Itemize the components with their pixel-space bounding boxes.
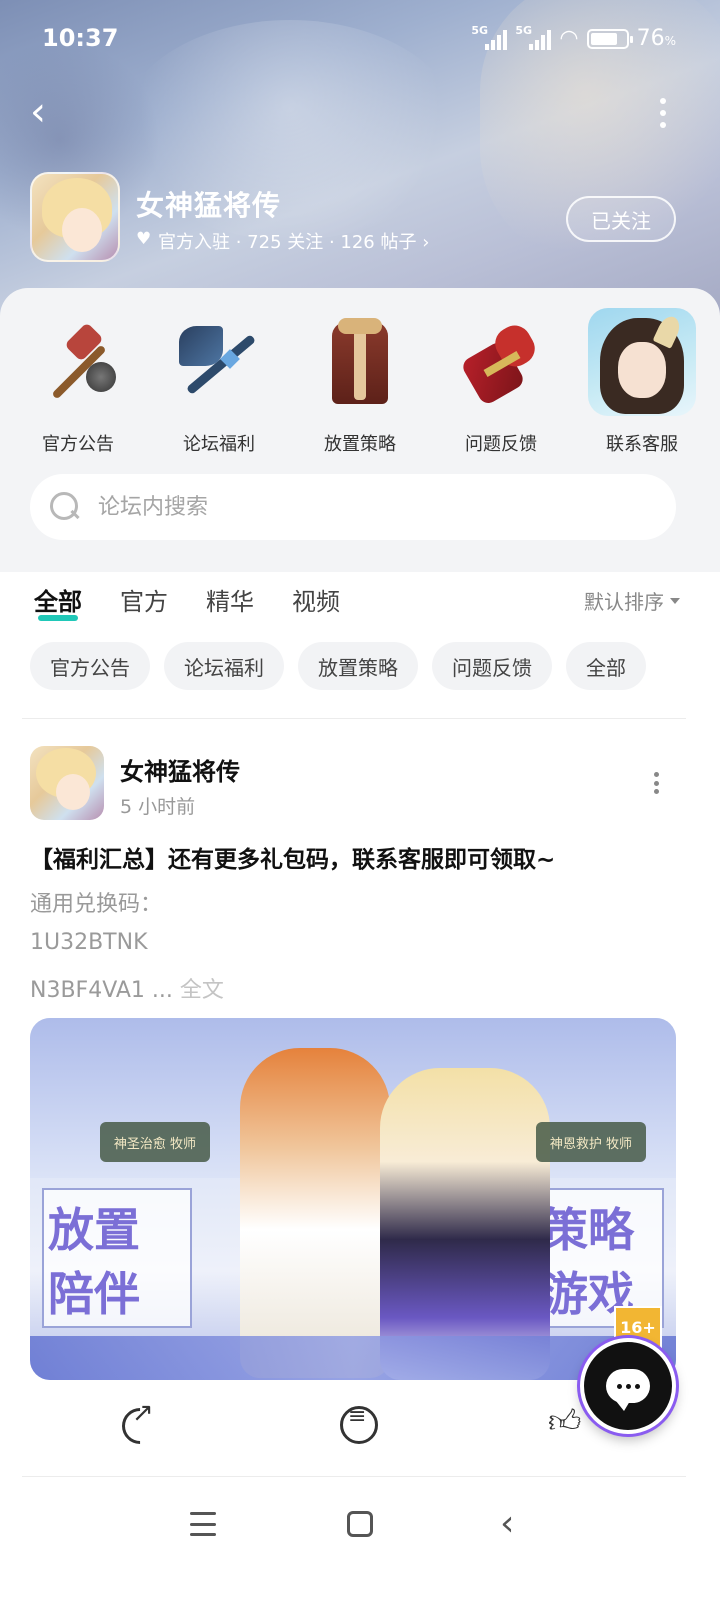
post-title[interactable]: 【福利汇总】还有更多礼包码，联系客服即可领取~	[30, 840, 555, 874]
tab-featured[interactable]: 精华	[206, 582, 254, 617]
post-author-avatar[interactable]	[30, 746, 104, 820]
post-body-line: N3BF4VA1 ... 全文	[30, 972, 224, 1004]
battery-fill	[590, 32, 617, 45]
category-label: 放置策略	[324, 434, 396, 455]
image-text: 策略	[542, 1203, 634, 1257]
post-timestamp: 5 小时前	[120, 796, 196, 818]
chevron-left-icon: ‹	[500, 1503, 515, 1544]
post-body-text: N3BF4VA1 ...	[30, 978, 173, 1003]
category-customer-service[interactable]: 联系客服	[578, 308, 706, 456]
cellular-signal-icon: 5G	[471, 24, 508, 50]
tab-video[interactable]: 视频	[292, 582, 340, 617]
category-panel: 官方公告 论坛福利 放置策略 问题反馈 联系客服	[0, 288, 720, 572]
hammer-icon	[24, 308, 132, 416]
chevron-left-icon: ‹	[30, 89, 46, 135]
category-idle-strategy[interactable]: 放置策略	[296, 308, 424, 456]
chip-feedback[interactable]: 问题反馈	[432, 642, 552, 690]
forum-meta-text: 官方入驻 · 725 关注 · 126 帖子 ›	[158, 232, 430, 253]
chat-bubble-icon	[606, 1369, 650, 1411]
cellular-signal-icon: 5G	[515, 24, 552, 50]
system-back-button[interactable]: ‹	[500, 1504, 514, 1544]
network-type-label: 5G	[471, 23, 489, 37]
divider	[22, 718, 686, 719]
battery-percent: 76%	[636, 26, 676, 51]
search-icon	[50, 492, 80, 522]
status-bar-icons: 5G 5G ◠ 76%	[471, 24, 676, 52]
robe-icon	[306, 308, 414, 416]
forum-search-bar[interactable]	[30, 474, 676, 540]
share-button[interactable]	[118, 1398, 158, 1444]
home-button[interactable]	[347, 1511, 373, 1537]
sort-dropdown[interactable]: 默认排序	[584, 586, 680, 615]
character-illustration	[380, 1068, 550, 1380]
chip-forum-benefits[interactable]: 论坛福利	[164, 642, 284, 690]
tab-official[interactable]: 官方	[120, 582, 168, 617]
chip-all[interactable]: 全部	[566, 642, 646, 690]
tab-all[interactable]: 全部	[34, 582, 82, 621]
comment-button[interactable]	[338, 1404, 378, 1444]
full-text-link[interactable]: 全文	[180, 978, 224, 1003]
category-shortcuts: 官方公告 论坛福利 放置策略 问题反馈 联系客服	[14, 308, 706, 456]
chip-idle-strategy[interactable]: 放置策略	[298, 642, 418, 690]
status-time: 10:37	[42, 24, 119, 52]
image-text: 放置	[48, 1203, 140, 1257]
system-navigation-bar: ‹	[0, 1480, 720, 1600]
chip-official-announcements[interactable]: 官方公告	[30, 642, 150, 690]
gauntlet-icon	[447, 308, 555, 416]
category-official-announcements[interactable]: 官方公告	[14, 308, 142, 456]
post-body-line: 1U32BTNK	[30, 930, 148, 955]
recent-apps-button[interactable]	[190, 1512, 216, 1536]
category-label: 官方公告	[42, 434, 114, 455]
category-label: 论坛福利	[183, 434, 255, 455]
skill-badge: 神圣治愈 牧师	[100, 1122, 210, 1162]
forum-header-banner: 10:37 5G 5G ◠ 76% ‹ 女神猛将传 官方入驻 · 725 关注 …	[0, 0, 720, 320]
network-type-label: 5G	[515, 23, 533, 37]
category-label: 问题反馈	[465, 434, 537, 455]
more-options-button[interactable]	[656, 98, 670, 128]
category-forum-benefits[interactable]: 论坛福利	[155, 308, 283, 456]
character-illustration	[240, 1048, 390, 1378]
customer-chat-fab[interactable]	[580, 1338, 676, 1434]
filter-chips: 官方公告 论坛福利 放置策略 问题反馈 全部	[30, 642, 646, 690]
caret-down-icon	[670, 597, 680, 604]
post-author-name[interactable]: 女神猛将传	[120, 752, 240, 787]
back-button[interactable]: ‹	[30, 92, 70, 132]
axe-icon	[165, 308, 273, 416]
category-feedback[interactable]: 问题反馈	[437, 308, 565, 456]
forum-title: 女神猛将传	[136, 189, 282, 222]
sort-label: 默认排序	[584, 590, 664, 614]
feed-tabs: 全部 官方 精华 视频	[34, 582, 340, 621]
official-verified-icon	[136, 229, 152, 249]
like-button[interactable]	[548, 1402, 588, 1444]
post-body-line: 通用兑换码：	[30, 892, 163, 917]
character-avatar-icon	[588, 308, 696, 416]
follow-button[interactable]: 已关注	[566, 196, 676, 242]
search-input[interactable]	[98, 494, 618, 520]
post-more-button[interactable]	[652, 772, 660, 794]
battery-icon	[586, 28, 633, 49]
divider	[22, 1476, 686, 1477]
forum-meta[interactable]: 官方入驻 · 725 关注 · 126 帖子 ›	[136, 228, 429, 254]
category-label: 联系客服	[606, 434, 678, 455]
image-text: 陪伴	[48, 1267, 140, 1321]
post-image[interactable]: 放置 陪伴 策略 游戏 神圣治愈 牧师 神恩救护 牧师 16+	[30, 1018, 676, 1380]
skill-badge: 神恩救护 牧师	[536, 1122, 646, 1162]
forum-avatar[interactable]	[30, 172, 120, 262]
wifi-icon: ◠	[559, 26, 579, 51]
